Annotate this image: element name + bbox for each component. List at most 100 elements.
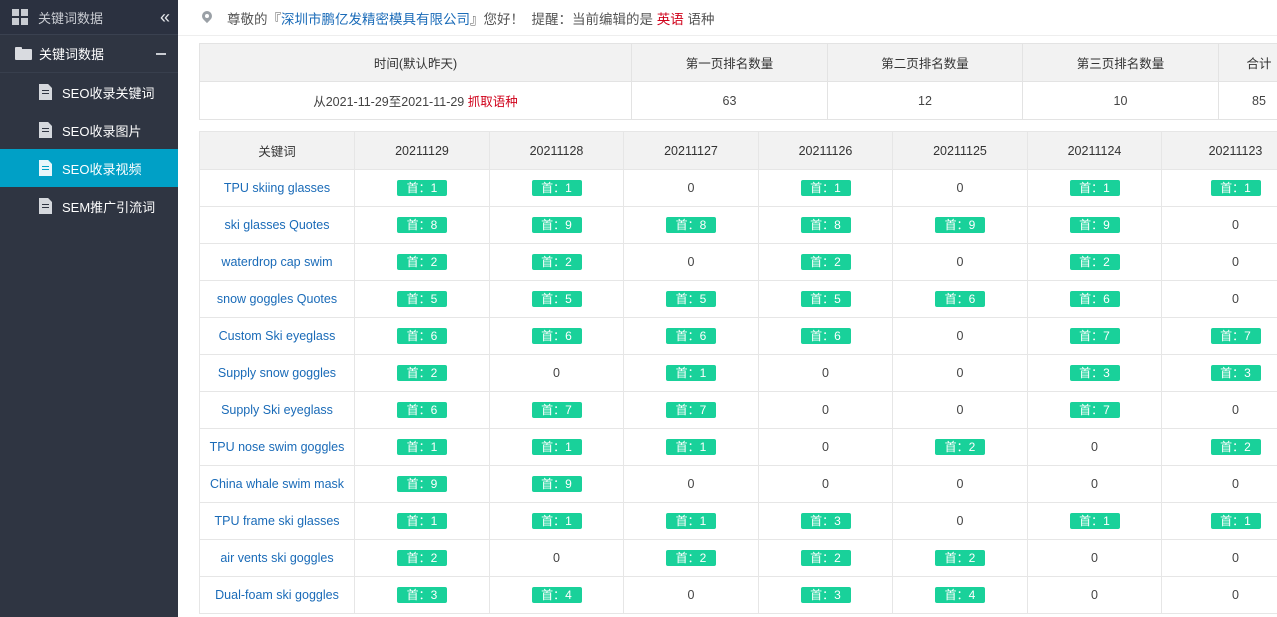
sidebar-item[interactable]: SEM推广引流词 [0,187,178,225]
rank-badge: 首：5 [531,291,582,307]
rank-value: 0 [1232,403,1239,417]
keyword-link[interactable]: Supply Ski eyeglass [199,391,355,429]
rank-cell: 首：1 [758,169,893,207]
keyword-link[interactable]: TPU skiing glasses [199,169,355,207]
rank-cell: 0 [1161,539,1277,577]
rank-badge: 首：3 [800,513,851,529]
rank-cell: 0 [1161,206,1277,244]
page2-count: 12 [827,81,1023,120]
rank-cell: 首：5 [489,280,624,318]
rank-badge: 首：2 [800,254,851,270]
rank-value: 0 [1232,588,1239,602]
keyword-link[interactable]: ski glasses Quotes [199,206,355,244]
table-row: Dual-foam ski goggles 首：3 首：4 0 首：3 首：4 0 0 [199,576,1277,614]
table-row: snow goggles Quotes 首：5 首：5 首：5 首：5 首：6 首：6 0 [199,280,1277,318]
rank-badge: 首：2 [935,439,985,455]
keyword-link[interactable]: air vents ski goggles [199,539,355,577]
keyword-link[interactable]: Custom Ski eyeglass [199,317,355,355]
rank-cell: 首：7 [623,391,759,429]
keyword-link[interactable]: waterdrop cap swim [199,243,355,281]
fetch-language-link[interactable]: 抓取语种 [468,95,518,109]
keyword-ranking-table: 关键词 20211129 20211128 20211127 20211126 20211… [199,131,1277,614]
rank-cell: 首：1 [489,428,624,466]
rank-badge: 首：1 [666,365,716,381]
rank-cell: 0 [758,465,893,503]
rank-cell: 0 [758,428,893,466]
rank-badge: 首：4 [935,587,985,603]
rank-cell: 首：9 [1027,206,1162,244]
keyword-link[interactable]: Dual-foam ski goggles [199,576,355,614]
column-header-date: 20211124 [1027,131,1162,170]
rank-cell: 0 [892,391,1028,429]
summary-header-page2: 第二页排名数量 [827,43,1023,82]
rank-cell: 0 [623,169,759,207]
greeting-prefix: 尊敬的『 [227,11,281,27]
rank-cell: 首：2 [1027,243,1162,281]
company-name: 深圳市鹏亿发精密模具有限公司 [281,11,470,27]
rank-badge: 首：7 [1069,402,1120,418]
rank-cell: 首：8 [623,206,759,244]
rank-badge: 首：6 [531,328,582,344]
rank-cell: 0 [892,502,1028,540]
page1-count: 63 [631,81,828,120]
sidebar-item-label: SEO收录视频 [62,161,142,177]
rank-cell: 首：2 [758,243,893,281]
grid-icon [12,9,28,25]
rank-cell: 0 [623,243,759,281]
keyword-link[interactable]: TPU frame ski glasses [199,502,355,540]
rank-badge: 首：8 [666,217,716,233]
rank-badge: 首：2 [397,550,447,566]
rank-cell: 首：4 [892,576,1028,614]
summary-header-page3: 第三页排名数量 [1022,43,1219,82]
rank-badge: 首：2 [1210,439,1261,455]
collapse-icon[interactable]: « [148,7,178,28]
table-row: Supply snow goggles 首：2 0 首：1 0 0 首：3 首：3 [199,354,1277,392]
rank-cell: 首：6 [623,317,759,355]
keyword-link[interactable]: TPU nose swim goggles [199,428,355,466]
rank-badge: 首：2 [935,550,985,566]
keyword-link[interactable]: snow goggles Quotes [199,280,355,318]
table-header-row: 关键词 20211129 20211128 20211127 20211126 20211… [199,131,1277,170]
greeting-suffix: 』您好！ 提醒：当前编辑的是 [470,11,657,27]
rank-cell: 0 [1027,539,1162,577]
rank-value: 0 [553,551,560,565]
rank-badge: 首：1 [1210,180,1261,196]
column-header-keyword: 关键词 [199,131,355,170]
sidebar-group-keyword-data[interactable]: 关键词数据 [0,35,178,73]
rank-cell: 首：1 [623,354,759,392]
rank-value: 0 [956,181,964,195]
rank-cell: 首：5 [623,280,759,318]
keyword-link[interactable]: China whale swim mask [199,465,355,503]
rank-cell: 首：9 [892,206,1028,244]
rank-badge: 首：9 [1069,217,1120,233]
rank-cell: 0 [489,539,624,577]
rank-badge: 首：1 [397,439,447,455]
column-header-date: 20211123 [1161,131,1277,170]
rank-cell: 首：1 [1161,502,1277,540]
rank-badge: 首：7 [666,402,716,418]
rank-cell: 首：3 [1027,354,1162,392]
rank-badge: 首：4 [531,587,582,603]
rank-value: 0 [1232,551,1239,565]
rank-cell: 首：1 [354,502,490,540]
rank-cell: 首：5 [758,280,893,318]
rank-badge: 首：5 [397,291,447,307]
location-pin-icon [202,11,212,25]
summary-time-cell: 从2021-11-29至2021-11-29 抓取语种 [199,81,632,120]
rank-badge: 首：1 [1210,513,1261,529]
rank-value: 0 [687,181,695,195]
rank-badge: 首：1 [800,180,851,196]
keyword-link[interactable]: Supply snow goggles [199,354,355,392]
rank-cell: 首：1 [489,169,624,207]
rank-cell: 首：6 [354,317,490,355]
rank-value: 0 [1091,477,1098,491]
sidebar-item[interactable]: SEO收录视频 [0,149,178,187]
sidebar-item[interactable]: SEO收录关键词 [0,73,178,111]
rank-cell: 首：9 [489,206,624,244]
rank-badge: 首：5 [666,291,716,307]
rank-badge: 首：1 [531,180,582,196]
sidebar-item[interactable]: SEO收录图片 [0,111,178,149]
rank-badge: 首：1 [1069,513,1120,529]
column-header-date: 20211128 [489,131,624,170]
minus-icon[interactable] [156,52,166,55]
